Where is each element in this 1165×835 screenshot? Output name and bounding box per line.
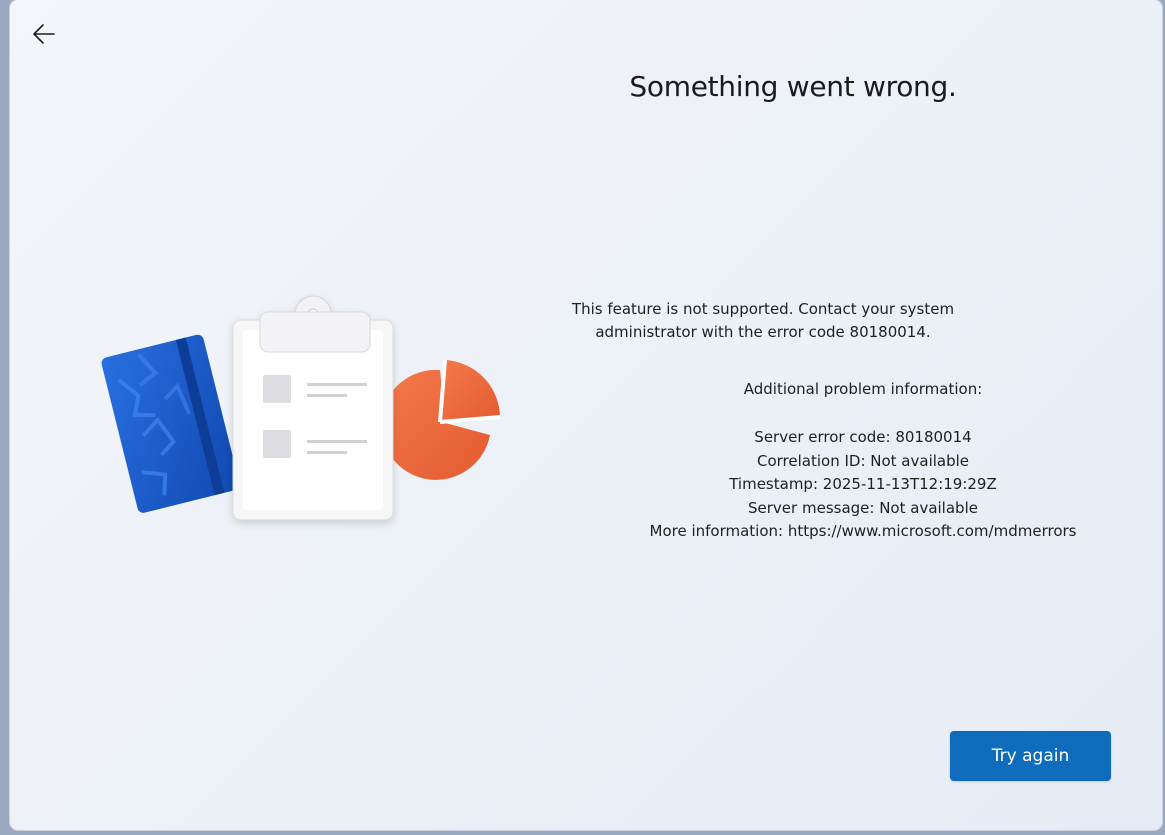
try-again-button[interactable]: Try again [950,731,1111,781]
correlation-id: Correlation ID: Not available [756,451,970,470]
illustration [101,295,501,521]
error-message-line: This feature is not supported. Contact y… [571,300,955,318]
page-title: Something went wrong. [629,70,957,103]
problem-details: Server error code: 80180014 Correlation … [463,426,1162,544]
timestamp: Timestamp: 2025-11-13T12:19:29Z [729,475,997,493]
error-window: Something went wrong. This feature is no… [10,0,1162,830]
back-button[interactable] [26,16,62,52]
more-information: More information: https://www.microsoft.… [649,522,1077,540]
additional-info-header: Additional problem information: [743,380,983,398]
server-message: Server message: Not available [748,498,978,517]
clipboard-icon [232,295,394,521]
error-message-line: administrator with the error code 801800… [595,323,931,341]
error-message: This feature is not supported. Contact y… [463,298,1063,344]
server-error-code: Server error code: 80180014 [754,428,972,446]
arrow-left-icon [33,24,55,44]
notebook-icon [101,334,240,513]
